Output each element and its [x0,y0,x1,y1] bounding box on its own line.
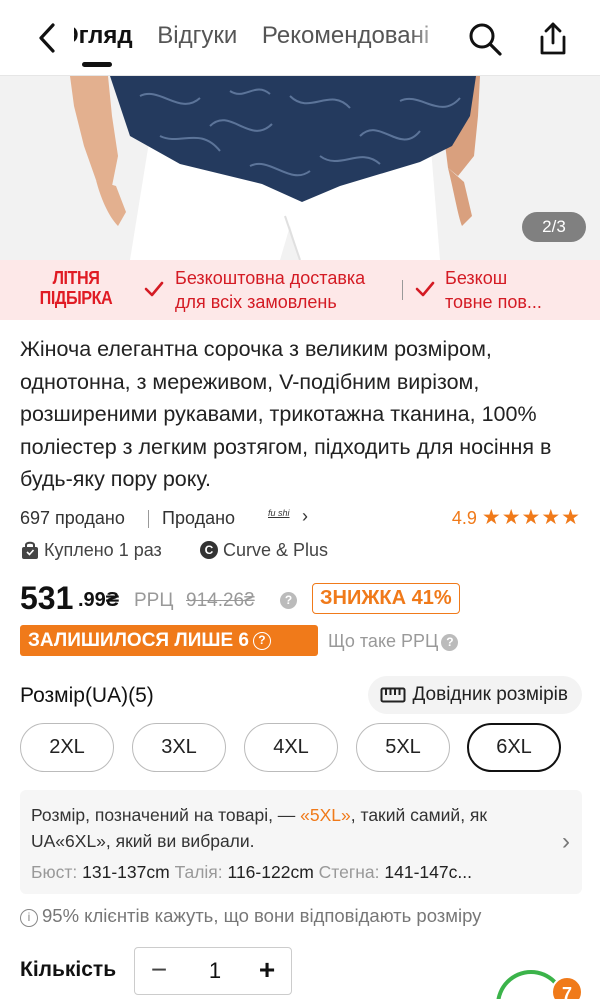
rating-value: 4.9 [451,507,477,528]
seller-logo[interactable]: fu shi [268,508,290,518]
cart-count-badge: 7 [551,976,583,999]
info-icon: i [20,909,38,927]
tab-fade [410,18,450,62]
price-row: 531 .99₴ РРЦ 914.26₴ ? ЗНИЖКА 41% [20,580,580,620]
star-icon: ★ [521,506,541,529]
promo-free-returns: Безкош товне пов... [445,268,542,312]
shopping-bag-icon [22,541,38,559]
stock-row: ЗАЛИШИЛОСЯ ЛИШЕ 6? Що таке РРЦ? [20,625,580,657]
tab-reviews[interactable]: Відгуки [157,22,237,50]
product-image-carousel[interactable]: 2/3 [0,76,600,260]
question-icon: ? [252,632,271,650]
promo-divider [402,280,403,300]
size-label: Розмір(UA)(5) [20,684,154,707]
active-tab-indicator [82,62,112,67]
sold-by-label[interactable]: Продано [162,508,235,529]
size-guide-button[interactable]: Довідник розмірів [368,676,582,714]
ruler-icon [380,687,406,703]
promo-free-shipping: Безкоштовна доставка для всіх замовлень [175,268,366,312]
rrp-help-link[interactable]: Що таке РРЦ? [328,631,459,652]
promo-title: ЛІТНЯ ПІДБІРКА [39,268,113,308]
low-stock-badge[interactable]: ЗАЛИШИЛОСЯ ЛИШЕ 6? [20,625,318,656]
quantity-value[interactable]: 1 [195,958,235,984]
discount-badge: ЗНИЖКА 41% [312,583,460,614]
chevron-left-icon [39,23,55,53]
check-icon [144,281,164,297]
meta-row: Куплено 1 раз C Curve & Plus [20,538,580,564]
share-icon [540,22,566,55]
size-option-4xl[interactable]: 4XL [244,723,338,772]
check-icon [415,281,435,297]
rrp-label: РРЦ [134,590,174,611]
star-icon: ★ [561,506,580,529]
promo-banner[interactable]: ЛІТНЯ ПІДБІРКА Безкоштовна доставка для … [0,260,600,320]
product-title: Жіноча елегантна сорочка з великим розмі… [20,337,552,491]
price-cents: .99₴ [78,589,120,611]
chevron-right-icon: › [562,828,570,855]
size-options: 2XL 3XL 4XL 5XL 6XL [20,723,582,775]
size-option-2xl[interactable]: 2XL [20,723,114,772]
rrp-value: 914.26₴ [186,590,255,611]
tab-bar: Огляд Відгуки Рекомендовані [74,22,444,62]
chevron-right-icon[interactable]: › [302,506,308,527]
search-button[interactable] [466,20,504,58]
size-note-text: Розмір, позначений на товарі, — «5XL», т… [31,805,488,851]
brand-name[interactable]: Curve & Plus [223,540,328,561]
fit-feedback: i 95% клієнтів кажуть, що вони відповідаю… [20,905,585,931]
increase-button[interactable]: + [251,955,283,987]
star-icon: ★ [541,506,561,529]
tab-recommended[interactable]: Рекомендовані [262,22,429,50]
product-photo [0,76,600,260]
back-button[interactable] [32,18,62,58]
star-icon: ★ [481,506,501,529]
share-button[interactable] [534,20,572,58]
size-header: Розмір(UA)(5) Довідник розмірів [20,676,582,716]
sold-count: 697 продано [20,508,125,528]
price-main: 531 [20,580,74,616]
star-icon: ★ [501,506,521,529]
tab-overview[interactable]: Огляд [74,22,133,50]
search-icon [469,23,502,56]
image-counter: 2/3 [522,212,586,242]
size-option-6xl[interactable]: 6XL [467,723,561,772]
bought-count: Куплено 1 раз [44,540,162,560]
quantity-stepper: − 1 + [134,947,292,995]
top-nav-bar: Огляд Відгуки Рекомендовані [0,0,600,76]
size-option-3xl[interactable]: 3XL [132,723,226,772]
question-icon[interactable]: ? [280,592,297,609]
rating[interactable]: 4.9 ★ ★ ★ ★ ★ [452,506,580,530]
size-measurements: Бюст: 131-137cm Талія: 116-122cm Стегна:… [31,862,472,882]
decrease-button[interactable]: − [143,955,175,987]
size-option-5xl[interactable]: 5XL [356,723,450,772]
size-info-card[interactable]: Розмір, позначений на товарі, — «5XL», т… [20,790,582,894]
brand-logo-icon: C [200,541,218,559]
question-icon: ? [441,634,459,651]
quantity-label: Кількість [20,958,117,981]
sales-row: 697 продано Продано fu shi › 4.9 ★ ★ ★ ★… [20,506,580,532]
divider [148,510,149,528]
